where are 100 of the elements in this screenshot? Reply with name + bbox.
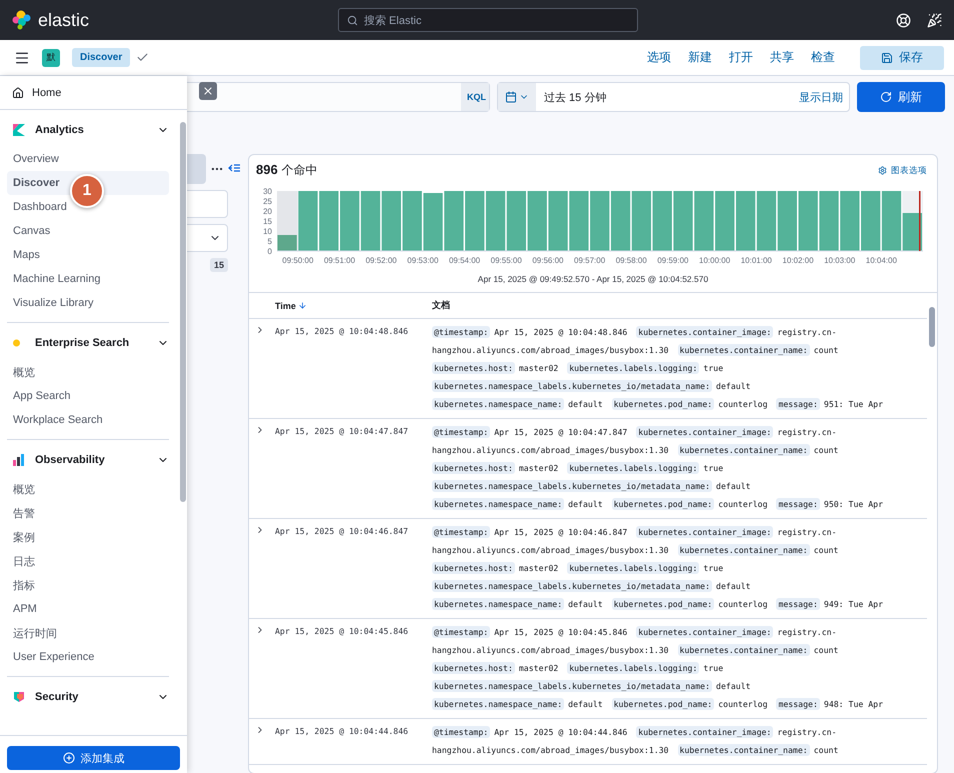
- x-axis-label: 10:02:00: [782, 256, 814, 265]
- field-value: registry.cn-: [777, 427, 837, 437]
- field-value: master02: [518, 563, 558, 573]
- field-name: kubernetes.container_name:: [678, 344, 810, 356]
- field-name: @timestamp:: [432, 626, 490, 638]
- field-name: kubernetes.labels.logging:: [567, 462, 700, 474]
- field-name: message:: [776, 598, 820, 610]
- x-axis-label: 09:56:00: [532, 256, 564, 265]
- field-name: kubernetes.namespace_name:: [432, 398, 564, 410]
- field-value: hangzhou.aliyuncs.com/abroad_images/busybox:1.30: [432, 645, 669, 655]
- field-name: kubernetes.pod_name:: [612, 598, 714, 610]
- x-axis-label: 09:55:00: [490, 256, 522, 265]
- field-value: true: [703, 563, 724, 573]
- x-axis-label: 10:03:00: [824, 256, 856, 265]
- field-value: hangzhou.aliyuncs.com/abroad_images/busybox:1.30: [432, 445, 669, 455]
- field-name: kubernetes.container_image:: [636, 726, 774, 738]
- field-value: registry.cn-: [777, 327, 837, 337]
- field-name: @timestamp:: [432, 426, 490, 438]
- field-name: kubernetes.namespace_labels.kubernetes_io/metadata_name:: [432, 380, 712, 392]
- field-name: kubernetes.namespace_name:: [432, 598, 564, 610]
- field-value: Apr 15, 2025 @ 10:04:45.846: [494, 627, 628, 637]
- field-value: default: [716, 681, 751, 691]
- x-axis-label: 09:50:00: [282, 256, 314, 265]
- field-value: registry.cn-: [777, 627, 837, 637]
- field-value: count: [814, 345, 838, 355]
- field-name: kubernetes.container_name:: [678, 644, 810, 656]
- field-value: count: [814, 745, 838, 755]
- field-value: true: [703, 663, 724, 673]
- field-name: @timestamp:: [432, 326, 490, 338]
- x-axis-label: 09:53:00: [407, 256, 438, 265]
- x-axis-label: 09:51:00: [324, 256, 356, 265]
- field-name: message:: [776, 398, 820, 410]
- y-axis-label: 25: [263, 197, 272, 206]
- x-axis-label: 09:54:00: [448, 256, 480, 265]
- field-name: kubernetes.namespace_labels.kubernetes_io/metadata_name:: [432, 480, 712, 492]
- field-count-badge: 15: [210, 258, 228, 272]
- x-axis-label: 09:58:00: [616, 256, 647, 265]
- field-name: kubernetes.host:: [432, 362, 515, 374]
- y-axis-label: 15: [263, 217, 272, 226]
- field-value: registry.cn-: [777, 527, 837, 537]
- field-name: kubernetes.namespace_name:: [432, 498, 564, 510]
- field-name: kubernetes.container_name:: [678, 544, 810, 556]
- field-value: Apr 15, 2025 @ 10:04:48.846: [494, 327, 628, 337]
- time-range-text: 过去 15 分钟: [544, 90, 606, 104]
- time-range-label: Apr 15, 2025 @ 09:49:52.570 - Apr 15, 2025 @ 10:04:52.570: [476, 274, 710, 284]
- field-name: kubernetes.host:: [432, 562, 515, 574]
- search-placeholder: 搜索 Elastic: [364, 14, 422, 28]
- time-cell-text: Apr 15, 2025 @ 10:04:48.846: [275, 325, 410, 338]
- field-name: kubernetes.labels.logging:: [567, 362, 700, 374]
- field-name: kubernetes.pod_name:: [612, 498, 714, 510]
- field-value: default: [716, 581, 751, 591]
- field-name: kubernetes.namespace_name:: [432, 698, 564, 710]
- y-axis-label: 10: [263, 227, 272, 236]
- field-name: message:: [776, 698, 820, 710]
- x-axis-label: 10:00:00: [699, 256, 730, 265]
- field-name: kubernetes.pod_name:: [612, 398, 714, 410]
- field-value: master02: [518, 463, 558, 473]
- field-name: kubernetes.labels.logging:: [567, 562, 700, 574]
- time-cell-text: Apr 15, 2025 @ 10:04:46.847: [275, 525, 410, 538]
- field-name: kubernetes.container_name:: [678, 444, 810, 456]
- field-value: default: [568, 399, 603, 409]
- y-axis-label: 30: [263, 187, 272, 196]
- field-name: kubernetes.container_name:: [678, 744, 810, 756]
- field-name: @timestamp:: [432, 526, 490, 538]
- field-value: registry.cn-: [777, 727, 837, 737]
- x-axis-label: 09:57:00: [574, 256, 606, 265]
- field-value: counterlog: [718, 599, 768, 609]
- field-value: true: [703, 463, 724, 473]
- field-name: message:: [776, 498, 820, 510]
- x-axis-label: 09:52:00: [366, 256, 397, 265]
- time-cell-text: Apr 15, 2025 @ 10:04:44.846: [275, 725, 410, 738]
- field-value: counterlog: [718, 499, 768, 509]
- field-value: hangzhou.aliyuncs.com/abroad_images/busybox:1.30: [432, 345, 669, 355]
- field-value: Apr 15, 2025 @ 10:04:47.847: [494, 427, 628, 437]
- field-value: Apr 15, 2025 @ 10:04:44.846: [494, 727, 628, 737]
- field-name: @timestamp:: [432, 726, 490, 738]
- y-axis-label: 5: [268, 237, 272, 246]
- field-value: hangzhou.aliyuncs.com/abroad_images/busybox:1.30: [432, 745, 669, 755]
- x-axis-label: 10:01:00: [740, 256, 772, 265]
- field-value: count: [814, 545, 838, 555]
- field-value: default: [716, 481, 751, 491]
- field-value: master02: [518, 363, 558, 373]
- field-name: kubernetes.pod_name:: [612, 698, 714, 710]
- field-value: counterlog: [718, 399, 768, 409]
- time-cell-text: Apr 15, 2025 @ 10:04:47.847: [275, 425, 410, 438]
- field-name: kubernetes.host:: [432, 462, 515, 474]
- field-name: kubernetes.labels.logging:: [567, 662, 700, 674]
- field-value: 948: Tue Apr: [824, 699, 884, 709]
- field-value: count: [814, 645, 838, 655]
- field-name: kubernetes.container_image:: [636, 326, 774, 338]
- field-value: master02: [518, 663, 558, 673]
- field-value: default: [568, 599, 603, 609]
- field-value: count: [814, 445, 838, 455]
- field-value: 949: Tue Apr: [824, 599, 884, 609]
- y-axis-label: 0: [268, 247, 272, 256]
- x-axis-label: 10:04:00: [866, 256, 897, 265]
- step-callout-tooltip: 1: [70, 174, 104, 208]
- field-value: default: [716, 381, 751, 391]
- field-name: kubernetes.namespace_labels.kubernetes_io/metadata_name:: [432, 680, 712, 692]
- field-name: kubernetes.container_image:: [636, 426, 774, 438]
